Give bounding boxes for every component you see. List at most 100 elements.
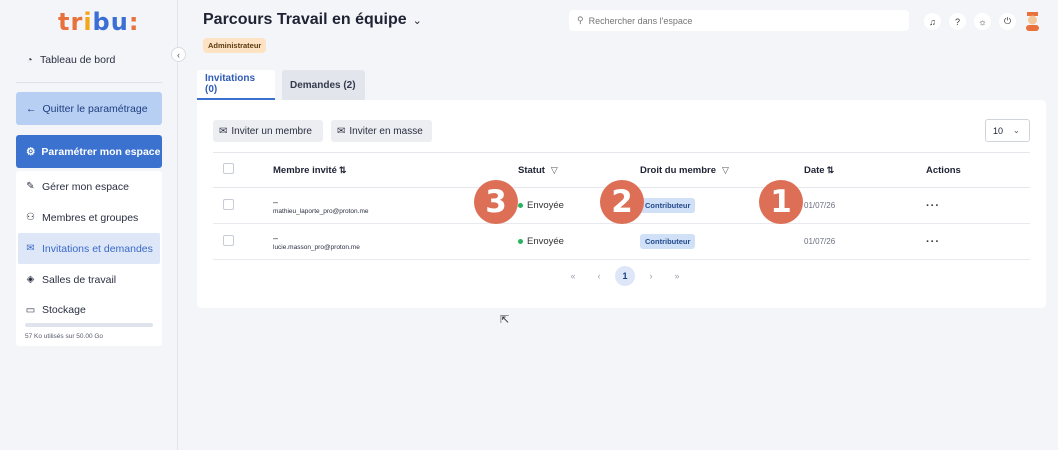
sidebar-divider (16, 82, 162, 83)
header-role-label: Droit du membre (640, 164, 717, 176)
sidebar-item-label: Invitations et demandes (42, 242, 153, 255)
sidebar-item-label: Salles de travail (42, 273, 117, 286)
first-page-button[interactable]: « (563, 266, 583, 286)
status-text: Envoyée (527, 200, 564, 211)
member-cell: – lucie.masson_pro@proton.me (273, 223, 518, 260)
sidebar-item-label: Stockage (42, 304, 86, 316)
page-title: Parcours Travail en équipe (203, 11, 407, 28)
role-badge[interactable]: Contributeur (640, 234, 696, 249)
sort-icon[interactable]: ⇅ (827, 165, 835, 175)
avatar[interactable] (1024, 12, 1041, 31)
tab-invitations[interactable]: Invitations (0) (197, 70, 275, 100)
status-cell: Envoyée (518, 223, 640, 260)
users-icon: ⚇ (26, 212, 35, 223)
gauge-icon: ◔ (26, 54, 33, 66)
sidebar-item-label: Tableau de bord (40, 54, 116, 66)
configure-space-label: Paramétrer mon espace (41, 145, 161, 158)
member-name: – (273, 232, 279, 243)
date-text: 01/07/26 (804, 201, 836, 210)
row-checkbox-cell (213, 187, 273, 224)
collapse-sidebar-button[interactable]: ‹ (171, 47, 186, 62)
search-input[interactable] (588, 15, 889, 26)
tab-requests[interactable]: Demandes (2) (282, 70, 365, 100)
chevron-left-icon: ‹ (177, 49, 180, 60)
quit-settings-label: Quitter le paramétrage (42, 102, 148, 115)
row-checkbox-cell (213, 223, 273, 260)
wrench-icon: ✎ (26, 181, 35, 192)
actions-cell: ··· (926, 223, 1030, 260)
sidebar-item-label: Gérer mon espace (42, 180, 129, 193)
row-checkbox[interactable] (223, 198, 234, 210)
filter-icon[interactable]: ▽ (722, 165, 729, 175)
envelope-icon: ✉ (337, 125, 346, 137)
current-page[interactable]: 1 (615, 266, 635, 286)
sidebar-item-label: Membres et groupes (42, 211, 139, 224)
sidebar-item-manage-space[interactable]: ✎ Gérer mon espace (16, 171, 162, 202)
help-icon[interactable]: ? (949, 13, 966, 30)
sidebar: tribu: ‹ ◔ Tableau de bord ← Quitter le … (0, 0, 186, 450)
role-badge: Administrateur (203, 38, 267, 53)
role-badge[interactable]: Contributeur (640, 198, 696, 213)
envelope-icon: ✉ (26, 243, 35, 254)
gear-icon: ⚙ (26, 145, 36, 158)
header-date-label: Date (804, 164, 825, 176)
sun-icon[interactable]: ☼ (974, 13, 991, 30)
status-dot (518, 238, 523, 244)
tribu-logo[interactable]: tribu: (58, 8, 139, 36)
more-actions-icon[interactable]: ··· (926, 236, 940, 248)
next-page-button[interactable]: › (641, 266, 661, 286)
header-date[interactable]: Date ⇅ (804, 152, 926, 188)
sort-icon[interactable]: ⇅ (339, 165, 347, 175)
last-page-button[interactable]: » (667, 266, 687, 286)
bell-icon[interactable]: ♫ (924, 13, 941, 30)
prev-page-button[interactable]: ‹ (589, 266, 609, 286)
per-page-select[interactable]: 10 ⌄ (985, 119, 1030, 142)
power-icon[interactable]: ⏻ (999, 13, 1016, 30)
per-page-value: 10 (993, 125, 1004, 136)
role-cell: Contributeur (640, 223, 804, 260)
sidebar-item-dashboard[interactable]: ◔ Tableau de bord (24, 54, 115, 66)
arrow-left-icon: ← (26, 102, 37, 115)
mouse-cursor-icon: ⇱ (500, 314, 510, 326)
select-all-checkbox[interactable] (223, 163, 234, 174)
sidebar-item-storage[interactable]: ▭ Stockage (16, 299, 162, 321)
step-marker-1: 1 (759, 180, 803, 224)
header-member[interactable]: Membre invité ⇅ (273, 152, 518, 188)
chevron-down-icon: ⌄ (412, 14, 422, 27)
pagination: « ‹ 1 › » (563, 266, 687, 286)
space-title-dropdown[interactable]: Parcours Travail en équipe ⌄ (203, 11, 422, 29)
top-icons: ♫ ? ☼ ⏻ (924, 12, 1041, 31)
actions-cell: ··· (926, 187, 1030, 224)
sidebar-item-workrooms[interactable]: ◈ Salles de travail (16, 264, 162, 295)
date-cell: 01/07/26 (804, 187, 926, 224)
step-marker-2: 2 (600, 180, 644, 224)
quit-settings-button[interactable]: ← Quitter le paramétrage (16, 92, 162, 125)
search-icon: ⚲ (577, 15, 584, 25)
storage-progress-bar (25, 323, 153, 327)
header-status-label: Statut (518, 164, 545, 176)
storage-usage-text: 57 Ko utilisés sur 50.00 Go (25, 333, 104, 340)
status-dot (518, 202, 523, 208)
cube-icon: ◈ (26, 274, 35, 285)
folder-icon: ▭ (25, 304, 36, 316)
invite-member-button[interactable]: ✉ Inviter un membre (213, 120, 323, 142)
header-actions-label: Actions (926, 164, 961, 176)
row-checkbox[interactable] (223, 234, 234, 246)
sidebar-item-members[interactable]: ⚇ Membres et groupes (16, 202, 162, 233)
member-email: lucie.masson_pro@proton.me (273, 243, 360, 251)
filter-icon[interactable]: ▽ (551, 165, 558, 175)
configure-space-button[interactable]: ⚙ Paramétrer mon espace (16, 135, 162, 168)
date-text: 01/07/26 (804, 237, 836, 246)
envelope-icon: ✉ (219, 125, 228, 137)
invite-member-label: Inviter un membre (231, 125, 312, 137)
invite-bulk-label: Inviter en masse (349, 125, 423, 137)
header-member-label: Membre invité (273, 164, 337, 176)
header-actions: Actions (926, 152, 1030, 188)
status-text: Envoyée (527, 236, 564, 247)
step-marker-3: 3 (474, 180, 518, 224)
date-cell: 01/07/26 (804, 223, 926, 260)
sidebar-item-invitations[interactable]: ✉ Invitations et demandes (18, 233, 160, 264)
search-bar[interactable]: ⚲ (569, 10, 909, 31)
more-actions-icon[interactable]: ··· (926, 200, 940, 212)
invite-bulk-button[interactable]: ✉ Inviter en masse (331, 120, 432, 142)
